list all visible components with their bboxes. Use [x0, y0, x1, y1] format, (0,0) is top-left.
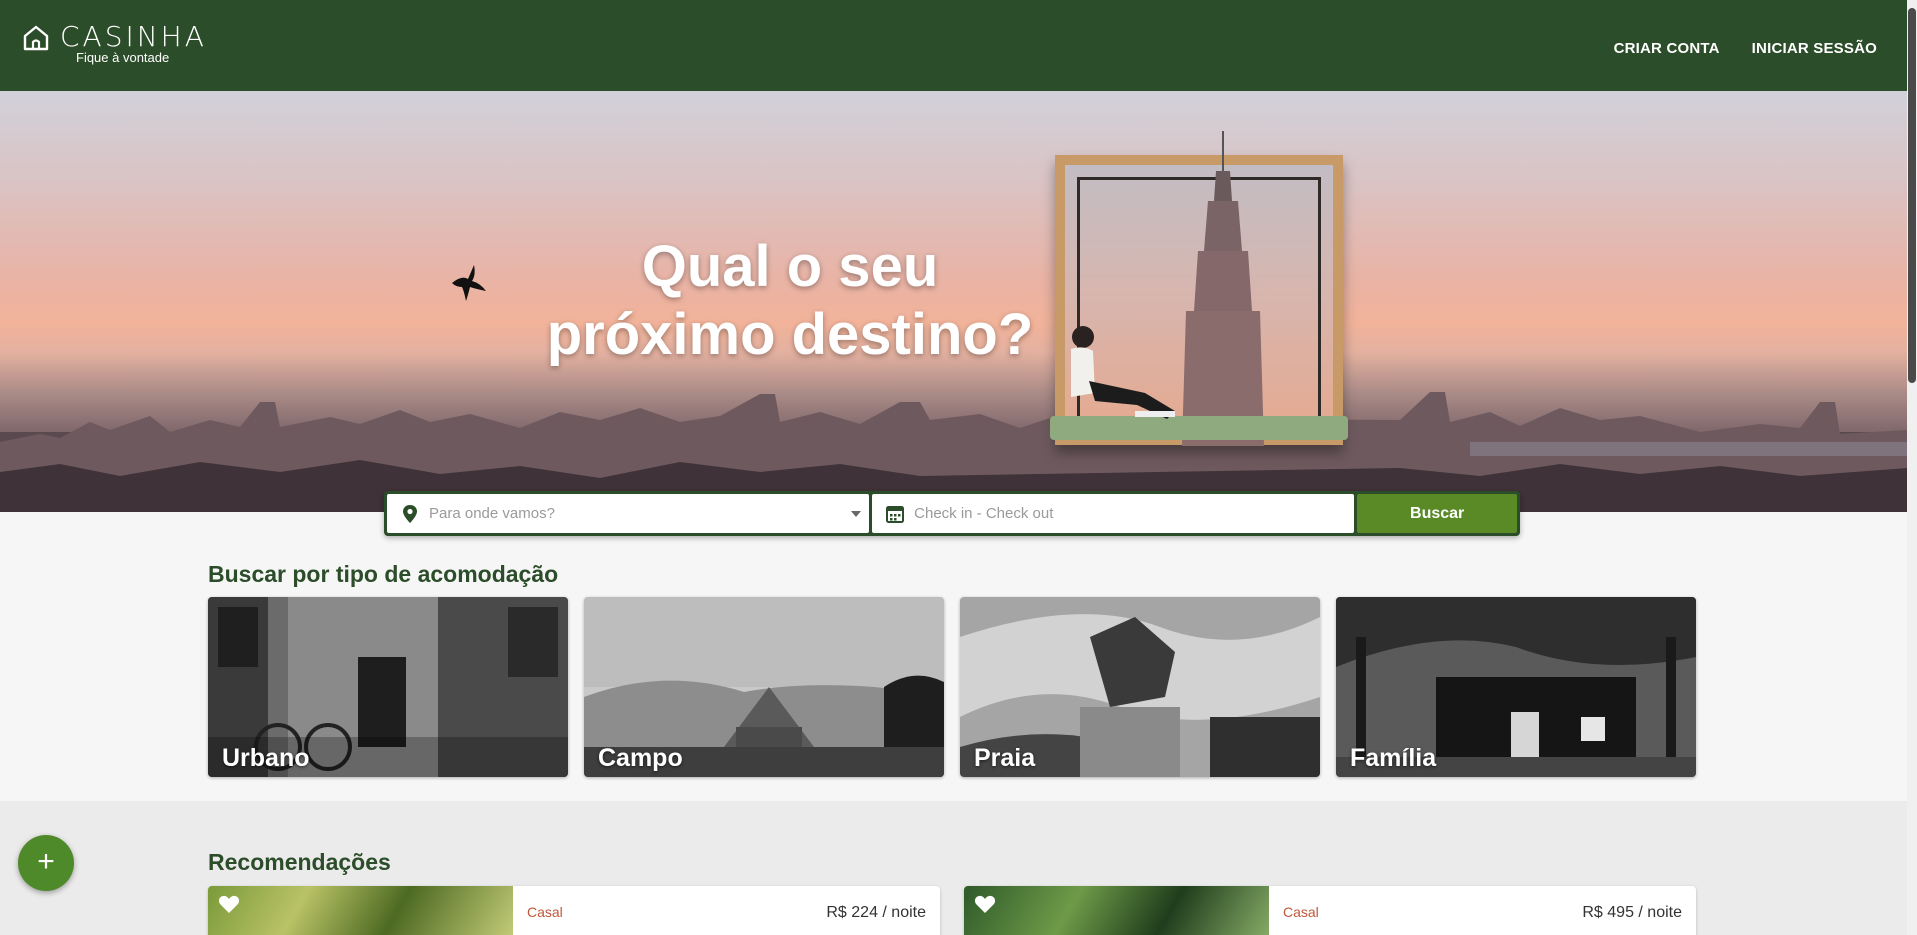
search-button[interactable]: Buscar [1357, 494, 1517, 533]
type-card-praia[interactable]: Praia [960, 597, 1320, 777]
bird-icon [452, 265, 486, 301]
calendar-icon [886, 505, 905, 523]
hero-banner: Qual o seu próximo destino? [0, 91, 1907, 512]
heart-icon[interactable] [218, 894, 240, 914]
add-button[interactable]: + [18, 835, 74, 891]
destination-input[interactable] [429, 505, 870, 522]
types-section-title: Buscar por tipo de acomodação [208, 561, 559, 587]
sign-in-link[interactable]: INICIAR SESSÃO [1752, 40, 1877, 57]
accommodation-types: Urbano Campo Praia Família [208, 597, 1696, 777]
main-nav: CRIAR CONTA INICIAR SESSÃO [1614, 40, 1877, 57]
destination-field[interactable] [387, 494, 870, 533]
dates-input[interactable] [914, 505, 1355, 522]
type-label: Urbano [222, 744, 310, 772]
create-account-link[interactable]: CRIAR CONTA [1614, 40, 1720, 57]
type-card-familia[interactable]: Família [1336, 597, 1696, 777]
dates-field[interactable] [872, 494, 1355, 533]
plus-icon: + [37, 845, 55, 878]
brand-logo[interactable]: CASINHA Fique à vontade [22, 22, 207, 65]
type-card-campo[interactable]: Campo [584, 597, 944, 777]
scrollbar[interactable] [1907, 0, 1917, 935]
home-icon [23, 25, 49, 51]
top-bar: CASINHA Fique à vontade CRIAR CONTA INIC… [0, 0, 1917, 91]
type-card-urbano[interactable]: Urbano [208, 597, 568, 777]
heart-icon[interactable] [974, 894, 996, 914]
type-label: Praia [974, 744, 1036, 772]
recommendations-title: Recomendações [208, 849, 391, 875]
hero-title-line1: Qual o seu [641, 234, 939, 299]
recommendation-card[interactable]: Casal R$ 224 / noite [208, 886, 940, 935]
listing-price: R$ 495 / noite [1582, 904, 1682, 921]
search-bar: Buscar [384, 491, 1520, 536]
chevron-down-icon[interactable] [851, 511, 862, 517]
hero-title-line2: próximo destino? [546, 302, 1034, 367]
type-label: Campo [598, 744, 683, 772]
location-pin-icon [403, 504, 417, 523]
listing-photo [208, 886, 513, 935]
listing-price: R$ 224 / noite [826, 904, 926, 921]
listing-photo [964, 886, 1269, 935]
person-reading-image [1071, 326, 1175, 419]
listing-type: Casal [527, 904, 563, 920]
brand-slogan: Fique à vontade [76, 50, 170, 65]
recommendation-card[interactable]: Casal R$ 495 / noite [964, 886, 1696, 935]
type-label: Família [1350, 744, 1437, 772]
brand-name: CASINHA [60, 20, 207, 53]
recommendations-list: Casal R$ 224 / noite Casal R$ 495 / noit… [208, 886, 1696, 935]
listing-type: Casal [1283, 904, 1319, 920]
scrollbar-thumb[interactable] [1908, 8, 1916, 383]
hero-title: Qual o seu próximo destino? [540, 233, 1040, 369]
